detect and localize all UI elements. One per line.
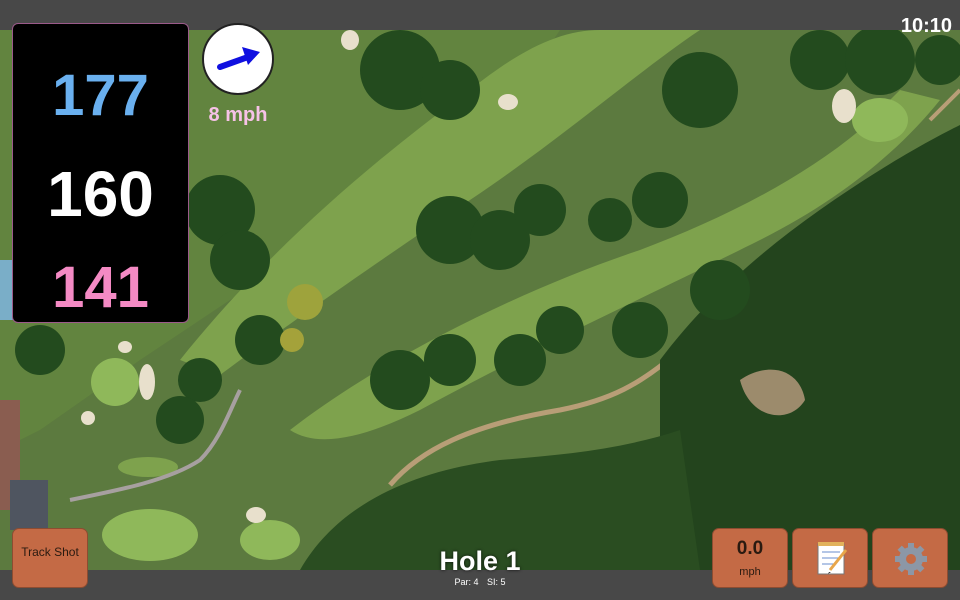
wind-indicator: [202, 23, 274, 95]
back-yardage: 177: [52, 63, 149, 128]
speed-value: 0.0: [736, 538, 764, 559]
notepad-icon: [817, 542, 848, 575]
hole-info: Par: 4 SI: 5: [380, 577, 580, 587]
clock: 10:10: [900, 15, 952, 37]
track-shot-button[interactable]: Track Shot: [12, 528, 88, 588]
settings-button[interactable]: [872, 528, 948, 588]
speed-button[interactable]: 0.0 mph: [712, 528, 788, 588]
middle-yardage: 160: [47, 158, 154, 230]
yardage-panel: 177 160 141: [12, 23, 189, 323]
front-yardage: 141: [52, 255, 149, 320]
hole-title: Hole 1: [439, 546, 521, 576]
hole-par: Par: 4: [454, 577, 479, 587]
wind-arrow-icon: [217, 47, 260, 70]
track-shot-label: Track Shot: [21, 545, 79, 559]
wind-speed: 8 mph: [208, 104, 268, 126]
gear-icon: [895, 543, 927, 575]
hole-stroke-index: SI: 5: [487, 577, 506, 587]
speed-unit: mph: [739, 566, 761, 578]
notes-button[interactable]: [792, 528, 868, 588]
